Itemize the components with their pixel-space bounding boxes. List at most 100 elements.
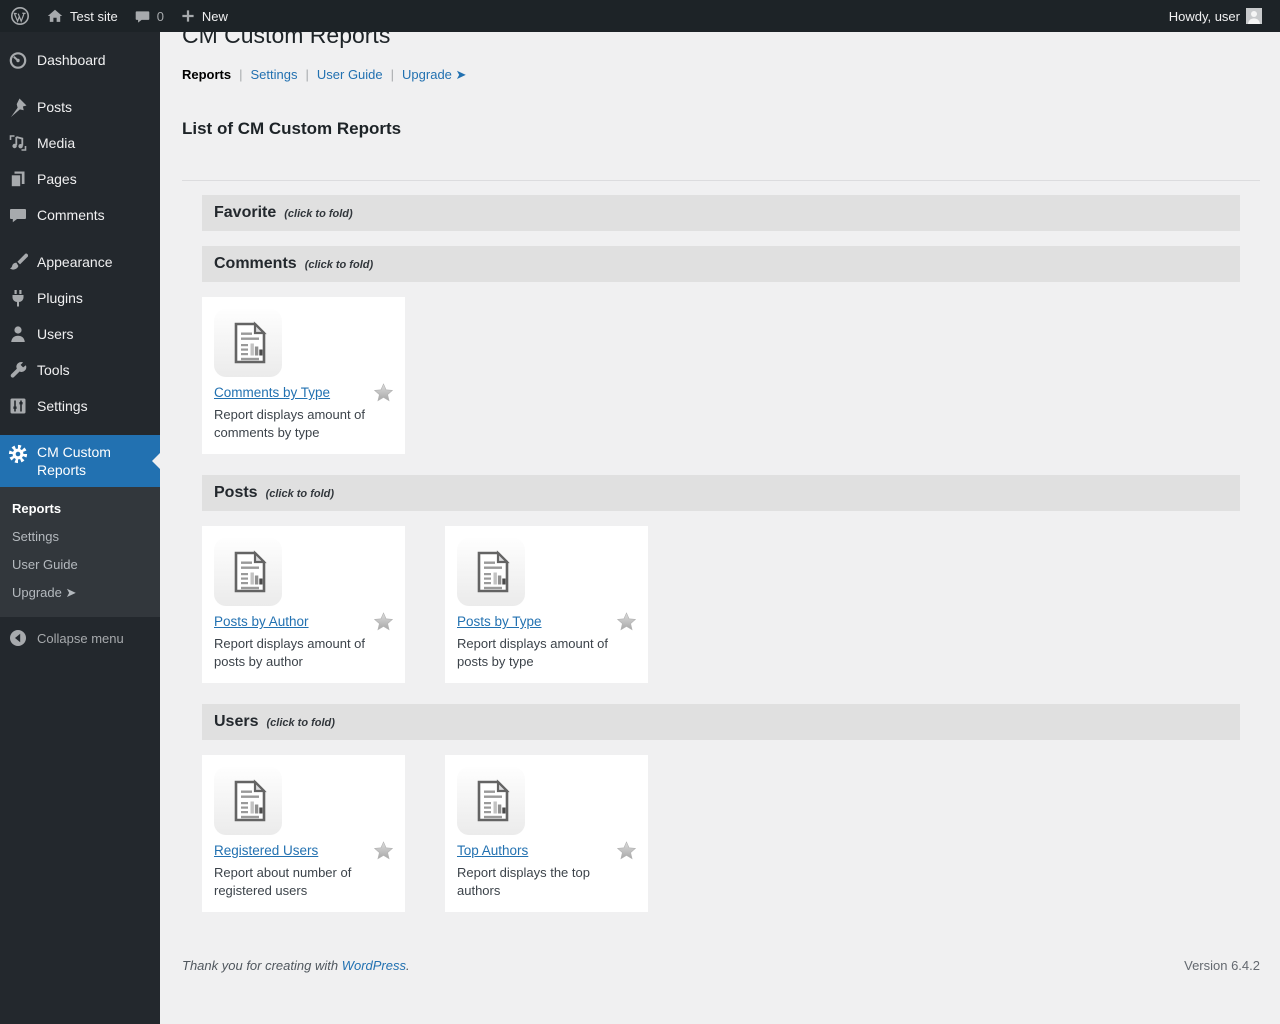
users-icon bbox=[8, 324, 28, 344]
plugin-nav: Reports | Settings | User Guide | Upgrade ➤ bbox=[182, 67, 1260, 82]
sidebar-item-label: Posts bbox=[37, 99, 73, 115]
nav-separator: | bbox=[390, 67, 395, 82]
new-label: New bbox=[201, 8, 228, 24]
my-account-menu[interactable]: Howdy, user bbox=[1161, 0, 1270, 32]
submenu-item-upgrade[interactable]: Upgrade ➤ bbox=[0, 579, 160, 607]
report-description: Report displays amount of posts by type bbox=[457, 636, 609, 669]
report-link[interactable]: Posts by Type bbox=[457, 613, 542, 630]
sidebar-item-label: Comments bbox=[37, 207, 105, 223]
favorite-star-icon[interactable] bbox=[617, 612, 636, 631]
sidebar-item-tools[interactable]: Tools bbox=[0, 352, 160, 388]
collapse-arrow-icon bbox=[8, 628, 28, 648]
footer-version: Version 6.4.2 bbox=[1184, 958, 1260, 973]
favorite-star-icon[interactable] bbox=[617, 841, 636, 860]
section-fold-hint: (click to fold) bbox=[265, 488, 335, 500]
admin-sidebar: Dashboard Posts Media Pages Comments App… bbox=[0, 32, 160, 1024]
avatar bbox=[1246, 8, 1262, 24]
report-icon-tile bbox=[214, 309, 282, 377]
footer-thanks-text: Thank you for creating with bbox=[182, 958, 342, 973]
howdy-label: Howdy, user bbox=[1168, 8, 1240, 24]
sidebar-item-cm-custom-reports[interactable]: CM Custom Reports bbox=[0, 435, 160, 487]
submenu-item-user-guide[interactable]: User Guide bbox=[0, 551, 160, 579]
section-title: Comments bbox=[214, 255, 297, 272]
report-card-posts-by-author: Posts by Author Report displays amount o… bbox=[202, 526, 405, 683]
report-description: Report displays amount of posts by autho… bbox=[214, 636, 366, 669]
sidebar-item-label: CM Custom Reports bbox=[37, 444, 111, 478]
nav-separator: | bbox=[305, 67, 309, 82]
submenu-item-settings[interactable]: Settings bbox=[0, 523, 160, 551]
footer-thanks-period: . bbox=[406, 958, 410, 973]
site-name-label: Test site bbox=[70, 8, 118, 24]
report-link[interactable]: Comments by Type bbox=[214, 384, 330, 401]
admin-bar: Test site 0 New Howdy, user bbox=[0, 0, 1280, 32]
report-document-icon bbox=[477, 551, 509, 593]
report-card-top-authors: Top Authors Report displays the top auth… bbox=[445, 755, 648, 912]
tools-wrench-icon bbox=[8, 360, 28, 380]
section-header-favorite[interactable]: Favorite (click to fold) bbox=[202, 195, 1240, 231]
nav-tab-user-guide[interactable]: User Guide bbox=[317, 67, 383, 82]
site-name-link[interactable]: Test site bbox=[38, 0, 126, 32]
report-document-icon bbox=[234, 322, 266, 364]
new-content-button[interactable]: New bbox=[172, 0, 236, 32]
sidebar-item-media[interactable]: Media bbox=[0, 125, 160, 161]
sidebar-item-users[interactable]: Users bbox=[0, 316, 160, 352]
report-link[interactable]: Top Authors bbox=[457, 842, 528, 859]
admin-footer: Thank you for creating with WordPress. V… bbox=[182, 958, 1260, 973]
wordpress-logo-icon bbox=[10, 6, 30, 26]
submenu-item-reports[interactable]: Reports bbox=[0, 495, 160, 523]
report-card-posts-by-type: Posts by Type Report displays amount of … bbox=[445, 526, 648, 683]
card-row: Comments by Type Report displays amount … bbox=[202, 297, 1240, 454]
sidebar-item-label: Media bbox=[37, 135, 76, 151]
sidebar-item-label: Appearance bbox=[37, 254, 113, 270]
wordpress-logo-menu[interactable] bbox=[2, 0, 38, 32]
report-link[interactable]: Registered Users bbox=[214, 842, 318, 859]
sidebar-item-comments[interactable]: Comments bbox=[0, 197, 160, 233]
wordpress-link[interactable]: WordPress bbox=[342, 958, 406, 973]
sidebar-item-label: Dashboard bbox=[37, 52, 106, 68]
collapse-menu-button[interactable]: Collapse menu bbox=[0, 618, 160, 658]
sidebar-item-plugins[interactable]: Plugins bbox=[0, 280, 160, 316]
sidebar-item-posts[interactable]: Posts bbox=[0, 89, 160, 125]
favorite-star-icon[interactable] bbox=[374, 841, 393, 860]
sidebar-item-appearance[interactable]: Appearance bbox=[0, 244, 160, 280]
section-title: Posts bbox=[214, 484, 258, 501]
plugins-plug-icon bbox=[8, 288, 28, 308]
nav-tab-upgrade[interactable]: Upgrade ➤ bbox=[402, 67, 466, 82]
appearance-brush-icon bbox=[8, 252, 28, 272]
sidebar-item-label: Plugins bbox=[37, 290, 83, 306]
favorite-star-icon[interactable] bbox=[374, 612, 393, 631]
report-link[interactable]: Posts by Author bbox=[214, 613, 309, 630]
home-icon bbox=[46, 7, 64, 25]
nav-separator: | bbox=[239, 67, 243, 82]
report-icon-tile bbox=[214, 538, 282, 606]
comments-admin-bar-link[interactable]: 0 bbox=[126, 0, 172, 32]
media-icon bbox=[8, 133, 28, 153]
report-description: Report displays amount of comments by ty… bbox=[214, 407, 366, 440]
section-title: Favorite bbox=[214, 204, 277, 221]
nav-tab-settings[interactable]: Settings bbox=[251, 67, 298, 82]
section-header-posts[interactable]: Posts (click to fold) bbox=[202, 475, 1240, 511]
comment-count: 0 bbox=[156, 8, 164, 24]
section-fold-hint: (click to fold) bbox=[266, 717, 335, 729]
posts-pin-icon bbox=[8, 97, 28, 117]
main-content: CM Custom Reports Reports | Settings | User … bbox=[160, 0, 1280, 973]
sidebar-item-settings[interactable]: Settings bbox=[0, 388, 160, 424]
list-heading: List of CM Custom Reports bbox=[182, 119, 402, 138]
section-header-comments[interactable]: Comments (click to fold) bbox=[202, 246, 1240, 282]
pages-icon bbox=[8, 169, 28, 189]
settings-sliders-icon bbox=[8, 396, 28, 416]
nav-tab-reports[interactable]: Reports bbox=[182, 67, 231, 82]
admin-menu: Dashboard Posts Media Pages Comments App… bbox=[0, 32, 160, 487]
report-card-registered-users: Registered Users Report about number of … bbox=[202, 755, 405, 912]
card-row: Registered Users Report about number of … bbox=[202, 755, 1240, 912]
footer-thanks: Thank you for creating with WordPress. bbox=[182, 958, 410, 973]
section-header-users[interactable]: Users (click to fold) bbox=[202, 704, 1240, 740]
sidebar-item-dashboard[interactable]: Dashboard bbox=[0, 42, 160, 78]
report-icon-tile bbox=[457, 767, 525, 835]
collapse-menu-label: Collapse menu bbox=[37, 630, 124, 646]
sidebar-item-pages[interactable]: Pages bbox=[0, 161, 160, 197]
section-fold-hint: (click to fold) bbox=[304, 259, 374, 271]
favorite-star-icon[interactable] bbox=[374, 383, 393, 402]
section-title: Users bbox=[214, 713, 259, 730]
card-row: Posts by Author Report displays amount o… bbox=[202, 526, 1240, 683]
